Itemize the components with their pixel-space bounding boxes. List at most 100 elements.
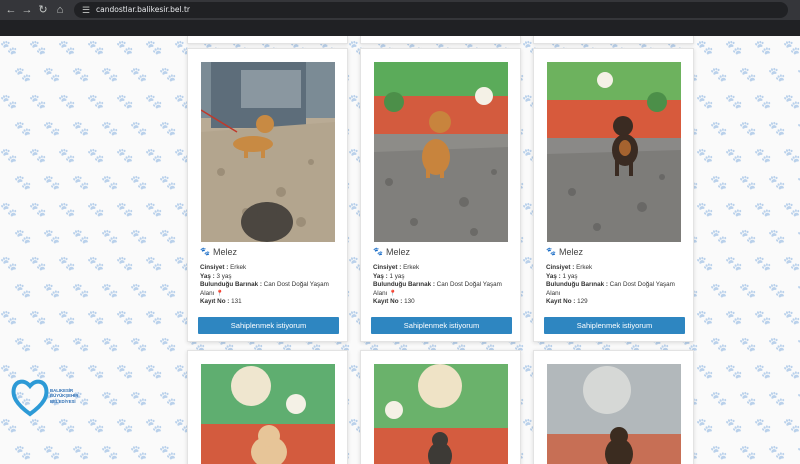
paw-pattern-icon: 🐾: [783, 39, 800, 55]
paw-pattern-icon: 🐾: [43, 174, 61, 190]
home-icon[interactable]: ⌂: [53, 3, 67, 17]
paw-pattern-icon: 🐾: [130, 336, 148, 352]
shelter-label: Bulunduğu Barınak :: [373, 281, 435, 289]
card-partial-top: [533, 36, 694, 44]
gender-value: Erkek: [403, 264, 420, 271]
url-text[interactable]: candostlar.balikesir.bel.tr: [96, 3, 190, 17]
dog-photo[interactable]: [547, 62, 681, 242]
paw-pattern-icon: 🐾: [739, 390, 757, 406]
record-label: Kayıt No :: [200, 298, 230, 306]
paw-pattern-icon: 🐾: [87, 201, 105, 217]
record-value: 129: [577, 298, 588, 306]
age-value: 3 yaş: [216, 272, 232, 280]
record-label: Kayıt No :: [546, 298, 576, 306]
paw-pattern-icon: 🐾: [768, 228, 786, 244]
breed-label: Melez: [558, 247, 583, 257]
paw-pattern-icon: 🐾: [768, 336, 786, 352]
dog-photo[interactable]: [547, 364, 681, 464]
breed-label: Melez: [385, 247, 410, 257]
paw-pattern-icon: 🐾: [0, 147, 18, 163]
paw-pattern-icon: 🐾: [725, 309, 743, 325]
dog-info: Cinsiyet : Erkek Yaş : 3 yaş Bulunduğu B…: [200, 264, 338, 307]
paw-pattern-icon: 🐾: [725, 147, 743, 163]
paw-pattern-icon: 🐾: [696, 363, 714, 379]
paw-pattern-icon: 🐾: [754, 201, 772, 217]
paw-pattern-icon: 🐾: [87, 255, 105, 271]
paw-pattern-icon: 🐾: [710, 66, 728, 82]
paw-pattern-icon: 🐾: [739, 336, 757, 352]
paw-pattern-icon: 🐾: [87, 93, 105, 109]
adopt-button[interactable]: Sahiplenmek istiyorum: [371, 317, 512, 334]
logo-text: BALIKESİR BÜYÜKŞEHİR BELEDİYESİ: [50, 388, 78, 404]
paw-pattern-icon: 🐾: [159, 390, 177, 406]
back-arrow-icon[interactable]: ←: [4, 3, 18, 17]
paw-pattern-icon: 🐾: [145, 201, 163, 217]
card-partial-top: [360, 36, 521, 44]
paw-pattern-icon: 🐾: [725, 93, 743, 109]
paw-pattern-icon: 🐾: [754, 417, 772, 433]
paw-pattern-icon: 🐾: [696, 417, 714, 433]
paw-pattern-icon: 🐾: [0, 255, 18, 271]
age-value: 1 yaş: [389, 272, 405, 280]
paw-pattern-icon: 🐾: [783, 309, 800, 325]
record-value: 131: [231, 298, 242, 306]
paw-pattern-icon: 🐾: [754, 363, 772, 379]
paw-pattern-icon: 🐾: [696, 255, 714, 271]
paw-pattern-icon: 🐾: [116, 147, 134, 163]
paw-pattern-icon: 🐾: [101, 444, 119, 460]
paw-icon: 🐾: [546, 247, 556, 256]
paw-pattern-icon: 🐾: [101, 66, 119, 82]
paw-pattern-icon: 🐾: [145, 39, 163, 55]
shelter-label: Bulunduğu Barınak :: [200, 281, 262, 289]
page-content: 🐾 🐾 🐾 🐾 🐾 🐾 🐾 🐾 🐾 🐾 🐾 🐾 🐾 🐾 🐾 🐾 🐾 🐾 🐾 🐾 🐾 🐾 🐾 🐾 🐾 🐾 🐾 🐾 🐾 🐾 🐾 🐾 🐾 🐾 🐾 🐾 🐾 🐾 🐾 🐾…: [0, 36, 800, 464]
paw-pattern-icon: 🐾: [14, 336, 32, 352]
paw-pattern-icon: 🐾: [725, 255, 743, 271]
paw-pattern-icon: 🐾: [159, 336, 177, 352]
breed-row: 🐾 Melez: [200, 246, 237, 258]
paw-pattern-icon: 🐾: [14, 66, 32, 82]
paw-pattern-icon: 🐾: [58, 309, 76, 325]
paw-pattern-icon: 🐾: [29, 201, 47, 217]
paw-pattern-icon: 🐾: [0, 201, 18, 217]
paw-pattern-icon: 🐾: [768, 390, 786, 406]
shelter-label: Bulunduğu Barınak :: [546, 281, 608, 289]
dog-card: 🐾 Melez Cinsiyet : Erkek Yaş : 1 yaş Bul…: [360, 48, 521, 342]
paw-pattern-icon: 🐾: [145, 147, 163, 163]
paw-pattern-icon: 🐾: [739, 282, 757, 298]
paw-pattern-icon: 🐾: [116, 201, 134, 217]
dog-photo[interactable]: [201, 364, 335, 464]
dog-photo[interactable]: [201, 62, 335, 242]
paw-pattern-icon: 🐾: [58, 255, 76, 271]
dog-photo[interactable]: [374, 62, 508, 242]
paw-pattern-icon: 🐾: [101, 336, 119, 352]
paw-pattern-icon: 🐾: [739, 444, 757, 460]
paw-pattern-icon: 🐾: [87, 39, 105, 55]
reload-icon[interactable]: ↻: [36, 3, 50, 17]
paw-pattern-icon: 🐾: [725, 201, 743, 217]
paw-pattern-icon: 🐾: [116, 39, 134, 55]
dog-photo[interactable]: [374, 364, 508, 464]
gender-value: Erkek: [576, 264, 593, 271]
adopt-button[interactable]: Sahiplenmek istiyorum: [198, 317, 339, 334]
paw-pattern-icon: 🐾: [754, 147, 772, 163]
address-bar[interactable]: ☰ candostlar.balikesir.bel.tr: [74, 2, 788, 18]
gender-value: Erkek: [230, 264, 247, 271]
forward-arrow-icon[interactable]: →: [20, 3, 34, 17]
site-info-icon[interactable]: ☰: [80, 4, 92, 16]
paw-pattern-icon: 🐾: [725, 417, 743, 433]
adopt-button[interactable]: Sahiplenmek istiyorum: [544, 317, 685, 334]
paw-pattern-icon: 🐾: [58, 201, 76, 217]
paw-pattern-icon: 🐾: [29, 309, 47, 325]
browser-window: ← → ↻ ⌂ ☰ candostlar.balikesir.bel.tr: [0, 0, 800, 36]
municipality-logo[interactable]: BALIKESİR BÜYÜKŞEHİR BELEDİYESİ: [10, 376, 92, 418]
age-label: Yaş :: [546, 272, 561, 280]
browser-toolbar: ← → ↻ ⌂ ☰ candostlar.balikesir.bel.tr: [0, 0, 800, 20]
paw-pattern-icon: 🐾: [725, 39, 743, 55]
paw-pattern-icon: 🐾: [768, 282, 786, 298]
paw-pattern-icon: 🐾: [101, 228, 119, 244]
paw-pattern-icon: 🐾: [754, 309, 772, 325]
paw-pattern-icon: 🐾: [159, 120, 177, 136]
dog-card: 🐾 Melez Cinsiyet : Erkek Yaş : 1 yaş Bul…: [533, 48, 694, 342]
paw-pattern-icon: 🐾: [754, 255, 772, 271]
paw-pattern-icon: 🐾: [159, 444, 177, 460]
